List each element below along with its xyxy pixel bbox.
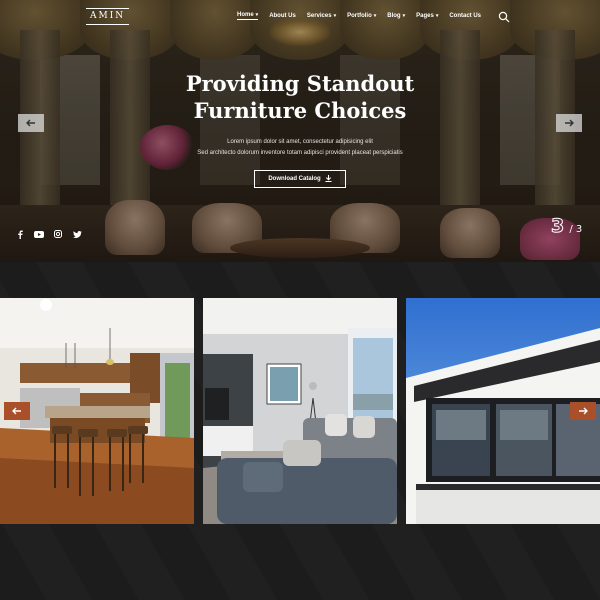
chevron-down-icon: ▾ xyxy=(373,13,377,19)
nav-item-label: Home xyxy=(237,12,254,18)
arrow-left-icon xyxy=(26,114,36,132)
slide-current: 3 xyxy=(550,215,565,238)
hero-overlay xyxy=(0,0,600,262)
gallery-prev-button[interactable] xyxy=(4,402,30,420)
chevron-down-icon: ▾ xyxy=(402,13,406,19)
navbar: AMIN Home ▾ About Us Services ▾ Portfolio ▾… xyxy=(0,0,600,34)
nav-item-about-us[interactable]: About Us xyxy=(269,12,296,20)
download-icon xyxy=(325,174,332,184)
nav-item-blog[interactable]: Blog ▾ xyxy=(387,12,405,20)
arrow-right-icon xyxy=(578,402,588,420)
chevron-down-icon: ▾ xyxy=(333,13,337,19)
nav-item-label: Services xyxy=(306,13,332,19)
social-links xyxy=(15,229,82,239)
hero-next-button[interactable] xyxy=(556,114,582,132)
slide-counter: 3 / 3 xyxy=(550,215,583,238)
hero-title-line: Providing Standout xyxy=(185,71,415,96)
nav-item-label: Portfolio xyxy=(347,13,372,19)
nav-item-label: Contact Us xyxy=(449,13,481,19)
main-nav: Home ▾ About Us Services ▾ Portfolio ▾ Blog… xyxy=(237,12,492,20)
hero-title-line: Furniture Choices xyxy=(193,98,407,123)
hero-subtitle-line: Sed architecto dolorum inventore totam a… xyxy=(197,150,403,156)
page: AMIN Home ▾ About Us Services ▾ Portfolio ▾… xyxy=(0,0,600,600)
nav-item-portfolio[interactable]: Portfolio ▾ xyxy=(347,12,376,20)
portfolio-card-living-room[interactable] xyxy=(203,298,397,524)
nav-item-label: About Us xyxy=(269,13,296,19)
logo[interactable]: AMIN xyxy=(86,8,130,25)
hero-subtitle: Lorem ipsum dolor sit amet, consectetur … xyxy=(150,137,450,159)
download-catalog-label: Download Catalog xyxy=(268,176,321,182)
nav-item-services[interactable]: Services ▾ xyxy=(307,12,336,20)
nav-item-home[interactable]: Home ▾ xyxy=(237,12,259,20)
chevron-down-icon: ▾ xyxy=(255,12,259,18)
nav-item-pages[interactable]: Pages ▾ xyxy=(416,12,438,20)
nav-item-label: Pages xyxy=(416,13,434,19)
chevron-down-icon: ▾ xyxy=(435,13,439,19)
instagram-icon[interactable] xyxy=(53,229,63,239)
twitter-icon[interactable] xyxy=(72,229,82,239)
search-icon[interactable] xyxy=(498,10,510,23)
hero-slider: AMIN Home ▾ About Us Services ▾ Portfolio ▾… xyxy=(0,0,600,262)
facebook-icon[interactable] xyxy=(15,229,25,239)
slide-total: / 3 xyxy=(569,224,583,235)
gallery-next-button[interactable] xyxy=(570,402,596,420)
hero-subtitle-line: Lorem ipsum dolor sit amet, consectetur … xyxy=(227,139,373,145)
arrow-right-icon xyxy=(564,114,574,132)
arrow-left-icon xyxy=(12,402,22,420)
nav-item-label: Blog xyxy=(387,13,401,19)
hero-title: Providing Standout Furniture Choices xyxy=(150,70,450,124)
nav-item-contact-us[interactable]: Contact Us xyxy=(449,12,481,20)
hero-prev-button[interactable] xyxy=(18,114,44,132)
youtube-icon[interactable] xyxy=(34,229,44,239)
download-catalog-button[interactable]: Download Catalog xyxy=(254,170,346,188)
